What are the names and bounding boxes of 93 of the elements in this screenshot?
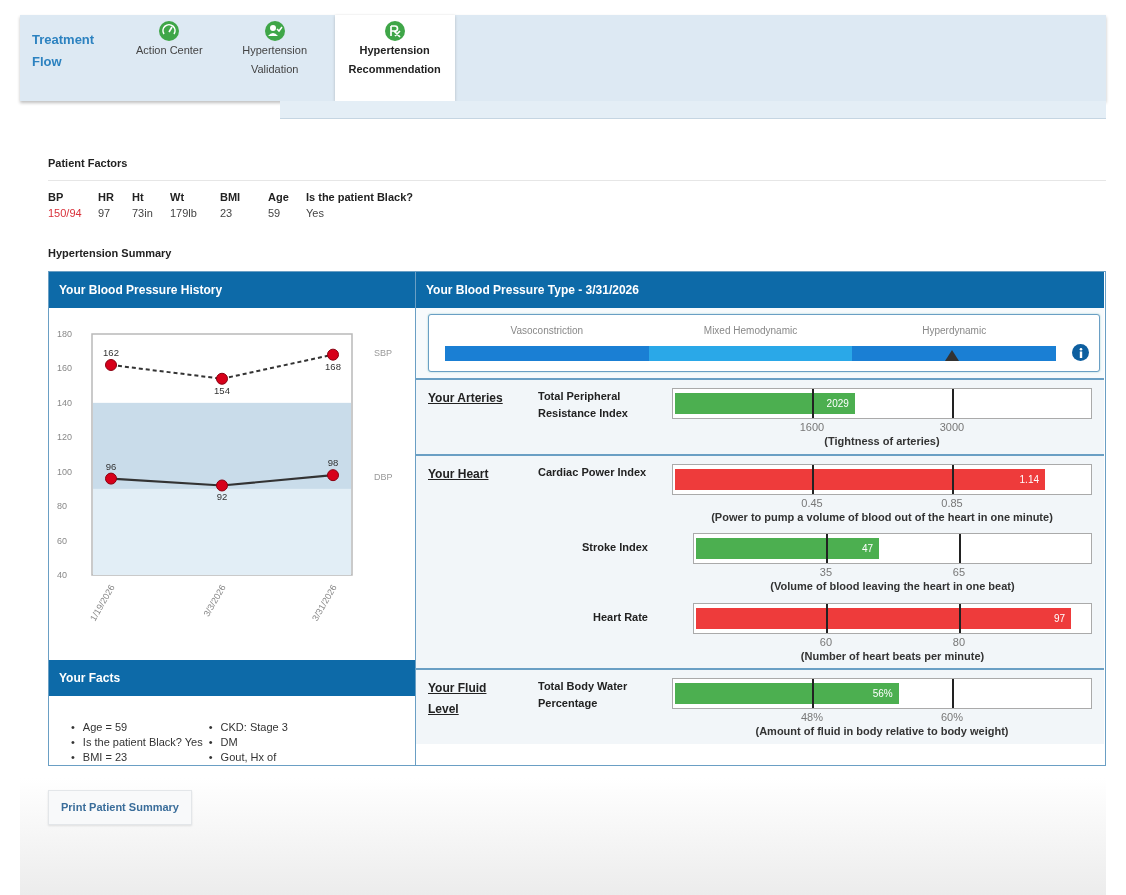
series-label: SBP: [374, 347, 392, 358]
meter-fill: 2029: [675, 393, 855, 414]
tick-label: 60: [819, 634, 833, 650]
fact-item: Gout, Hx of: [220, 750, 277, 765]
metric-caption: (Tightness of arteries): [824, 434, 940, 449]
section-title: Patient Factors: [48, 156, 129, 171]
step-tab[interactable]: Hypertension Recommendation: [334, 15, 455, 101]
data-label: 168: [325, 360, 341, 372]
factor-label: BP: [48, 189, 65, 205]
data-point: [216, 479, 228, 492]
factor-value: Yes: [306, 205, 325, 221]
fact-item: CKD: Stage 3: [220, 720, 288, 735]
data-point: [327, 469, 339, 482]
scale-label: Hyperdynamic: [921, 324, 988, 338]
bullet: •: [71, 720, 75, 735]
axis-label: 180: [57, 329, 73, 339]
tick-label: 80: [952, 634, 966, 650]
axis-label: 160: [57, 363, 73, 374]
data-label: 98: [327, 457, 339, 469]
factor-label: Age: [268, 189, 290, 205]
section-heading: Your Heart: [428, 465, 490, 483]
data-point: [216, 372, 228, 385]
factor-value: 59: [268, 205, 282, 221]
user-check-icon: [264, 21, 285, 41]
tick-label: 0.45: [801, 495, 823, 511]
fact-item: DM: [220, 735, 238, 750]
axis-label: 80: [57, 501, 67, 512]
series-label: DBP: [374, 472, 393, 483]
data-label: 162: [103, 347, 119, 358]
factor-value: 73in: [132, 205, 154, 221]
metric-label: Stroke Index: [581, 540, 648, 555]
axis-label: 120: [57, 432, 73, 443]
data-label: 154: [214, 384, 230, 396]
metric-label: Total Body Water Percentage: [538, 679, 629, 711]
step-tab[interactable]: Action Center: [124, 15, 215, 101]
meter-fill: 1.14: [675, 468, 1045, 490]
axis-label: 60: [57, 535, 67, 546]
info-icon[interactable]: [1072, 344, 1089, 361]
metric-label: Cardiac Power Index: [538, 464, 647, 480]
prescription-icon: [384, 21, 405, 41]
flow-title: Treatment Flow: [32, 31, 96, 71]
metric-label: Total Peripheral Resistance Index: [538, 389, 629, 421]
section-heading: Your Arteries: [428, 390, 504, 407]
data-point: [105, 359, 117, 371]
data-label: 92: [216, 491, 228, 503]
factor-label: Wt: [170, 189, 186, 205]
meter-fill: 97: [696, 607, 1072, 629]
tick-label: 35: [819, 565, 833, 580]
bullet: •: [208, 750, 213, 765]
factor-label: Ht: [132, 189, 145, 205]
bullet: •: [71, 735, 75, 750]
panel-header: Your Blood Pressure Type - 3/31/2026: [416, 272, 1104, 308]
fact-item: Is the patient Black? Yes: [82, 735, 203, 750]
section-heading: Your Fluid Level: [428, 680, 488, 718]
fact-item: BMI = 23: [82, 750, 128, 765]
bullet: •: [71, 750, 75, 765]
factor-label: Is the patient Black?: [306, 189, 414, 205]
metric-caption: (Power to pump a volume of blood out of the heart in one minute): [711, 509, 1053, 525]
tick-label: 3000: [939, 420, 965, 435]
scale-label: Mixed Hemodynamic: [702, 324, 799, 338]
panel-header: Your Blood Pressure History: [49, 272, 415, 308]
tick-label: 65: [952, 565, 966, 580]
factor-label: HR: [98, 189, 115, 205]
factor-value: 23: [220, 205, 234, 221]
metric-caption: (Amount of fluid in body relative to body weight): [755, 724, 1009, 739]
scale-label: Vasoconstriction: [509, 324, 585, 338]
panel-header: Your Facts: [49, 660, 415, 696]
tick-label: 48%: [800, 710, 823, 725]
axis-label: 40: [57, 570, 67, 580]
tick-label: 0.85: [941, 495, 963, 511]
tick-label: 60%: [940, 710, 963, 725]
factor-label: BMI: [220, 189, 242, 205]
meter-fill: 56%: [675, 683, 899, 704]
data-point: [327, 348, 339, 361]
tick-label: 1600: [799, 420, 825, 435]
metric-caption: (Volume of blood leaving the heart in one beat): [770, 579, 1015, 594]
fact-item: Age = 59: [82, 720, 128, 735]
data-label: 96: [105, 460, 117, 472]
meter-fill: 47: [696, 538, 879, 559]
data-point: [105, 472, 117, 485]
step-tab[interactable]: Hypertension Validation: [214, 15, 335, 101]
factor-value: 150/94: [48, 205, 83, 221]
bullet: •: [208, 735, 213, 750]
factor-value: 97: [98, 205, 112, 221]
axis-label: 140: [57, 397, 73, 408]
print-button[interactable]: Print Patient Summary: [48, 790, 192, 825]
bullet: •: [208, 720, 213, 735]
metric-caption: (Number of heart beats per minute): [800, 648, 985, 664]
section-title: Hypertension Summary: [48, 245, 173, 261]
metric-label: Heart Rate: [592, 609, 648, 625]
gauge-icon: [159, 21, 180, 41]
factor-value: 179lb: [170, 205, 198, 221]
axis-label: 100: [57, 466, 73, 477]
